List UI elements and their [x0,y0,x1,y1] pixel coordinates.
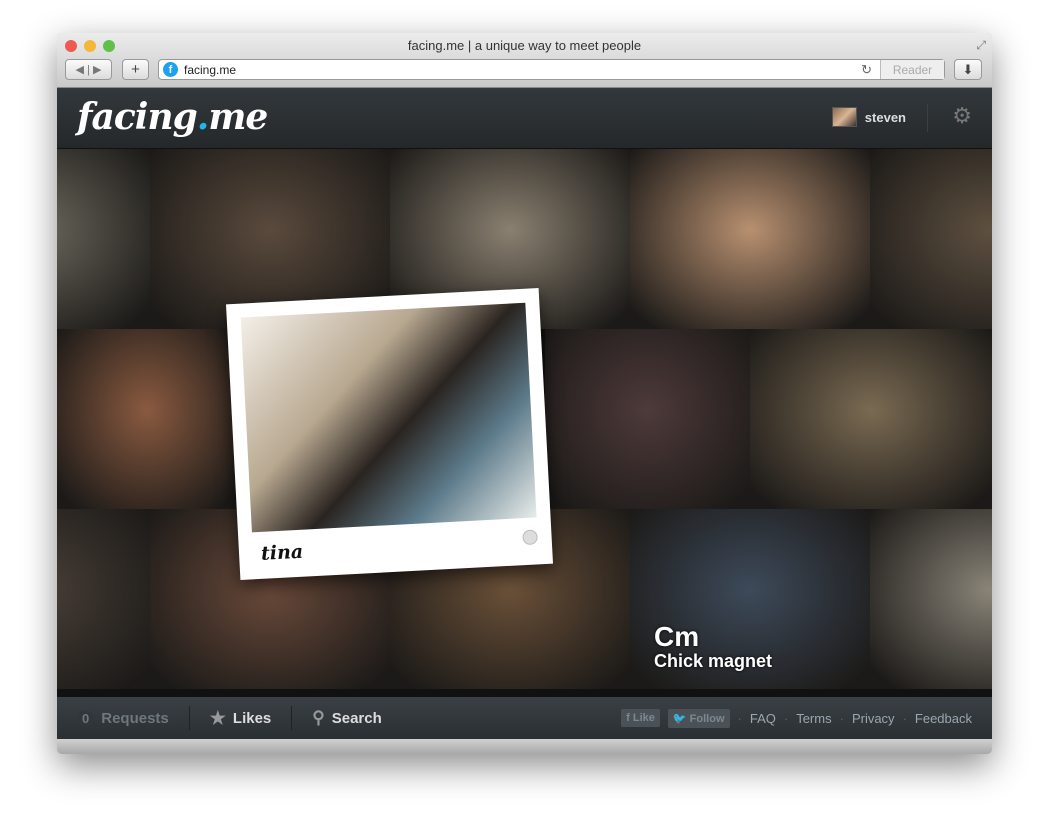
address-bar[interactable]: f facing.me ↻ Reader [158,59,945,80]
terms-link[interactable]: Terms [796,711,831,726]
star-icon: ★ [209,707,226,728]
favicon-icon: f [163,62,178,77]
downloads-button[interactable]: ⬇ [954,59,982,80]
url-text[interactable]: facing.me [184,63,236,77]
requests-count: 0 [77,710,95,726]
profile-photo-tile[interactable] [57,509,150,689]
site-footer: 0 Requests ★ Likes ⚲ Search f Like 🐦 Fol… [57,697,992,739]
feedback-link[interactable]: Feedback [915,711,972,726]
browser-toolbar: facing.me | a unique way to meet people … [57,33,992,88]
profile-photo-tile[interactable] [870,149,992,329]
back-forward-buttons[interactable]: ◀ | ▶ [65,59,112,80]
profile-photo-tile[interactable] [870,509,992,689]
profile-photo-tile[interactable] [57,329,237,509]
username[interactable]: steven [865,110,906,125]
faq-link[interactable]: FAQ [750,711,776,726]
photo-grid: Cm Chick magnet tina [57,149,992,697]
profile-action-button[interactable] [522,529,538,546]
site-header: facing.me steven ⚙ [57,88,992,149]
search-icon: ⚲ [312,708,325,727]
profile-photo-tile[interactable] [750,329,992,509]
back-icon[interactable]: ◀ [76,63,84,76]
gear-icon[interactable]: ⚙ [952,103,972,129]
forward-icon[interactable]: ▶ [93,63,101,76]
logo[interactable]: facing.me [77,96,268,138]
profile-photo-tile[interactable] [545,329,750,509]
twitter-follow-button[interactable]: 🐦 Follow [667,708,730,728]
user-menu[interactable]: steven [831,107,906,127]
privacy-link[interactable]: Privacy [852,711,895,726]
window-title: facing.me | a unique way to meet people [407,38,642,53]
photo-caption: Cm Chick magnet [654,621,773,672]
divider [927,104,928,132]
new-tab-button[interactable]: + [122,59,149,80]
reader-button[interactable]: Reader [880,60,944,79]
likes-button[interactable]: ★ Likes [190,706,293,730]
browser-window: facing.me | a unique way to meet people … [57,33,992,754]
likes-label: Likes [232,709,272,727]
profile-name: tina [260,540,304,565]
search-label: Search [331,709,382,727]
profile-photo-tile[interactable] [57,149,150,329]
fullscreen-icon[interactable]: ⤢ [976,38,986,53]
window-bottom-bar [57,739,992,754]
requests-button[interactable]: 0 Requests [57,706,190,730]
reload-icon[interactable]: ↻ [861,62,872,78]
featured-profile-card[interactable]: tina [225,287,554,581]
profile-photo-tile[interactable] [630,149,870,329]
requests-label: Requests [101,709,169,727]
search-button[interactable]: ⚲ Search [292,706,402,730]
profile-photo[interactable] [240,302,537,533]
avatar [831,107,857,127]
facebook-like-button[interactable]: f Like [621,709,660,727]
